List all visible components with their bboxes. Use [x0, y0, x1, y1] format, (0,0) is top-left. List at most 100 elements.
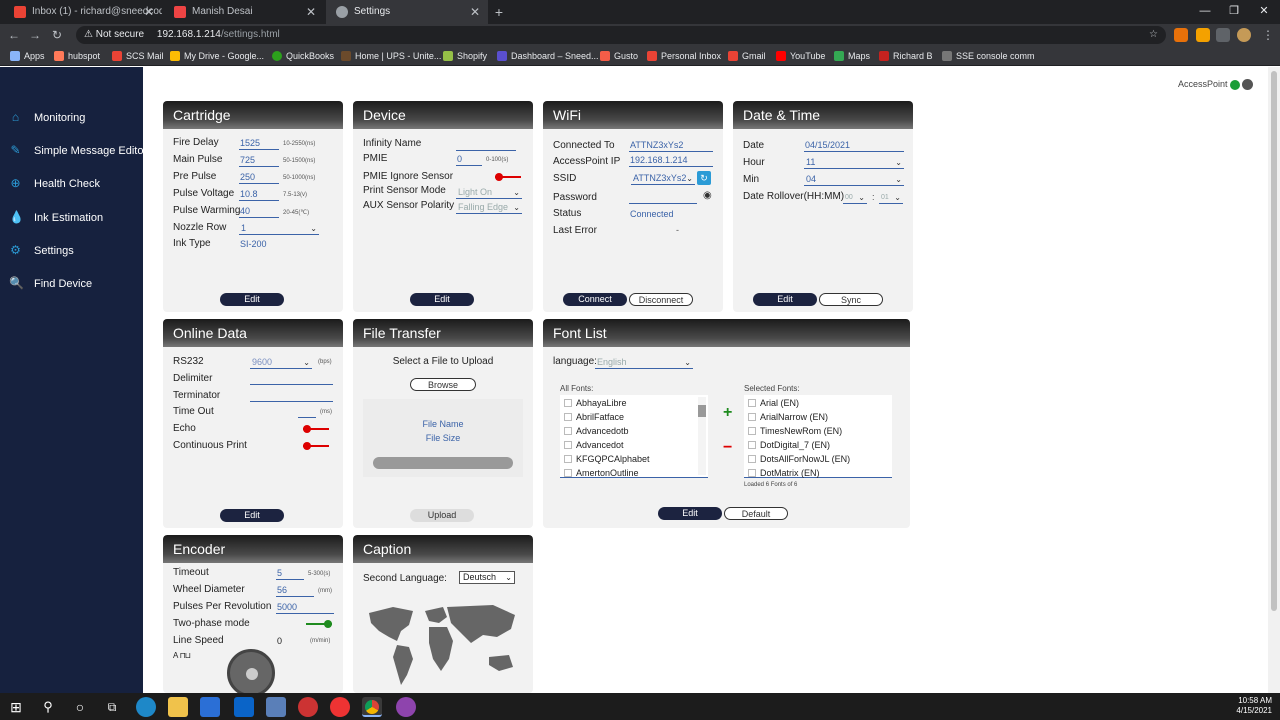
- file-explorer-icon[interactable]: [168, 697, 188, 717]
- eye-icon[interactable]: ◉: [703, 190, 712, 201]
- media-player-icon[interactable]: [330, 697, 350, 717]
- continuous-print-toggle[interactable]: [303, 442, 329, 450]
- windows-start-icon[interactable]: ⊞: [6, 697, 26, 717]
- bookmark-hubspot[interactable]: hubspot: [54, 46, 100, 66]
- cartridge-edit-button[interactable]: Edit: [220, 293, 284, 306]
- disconnect-button[interactable]: Disconnect: [629, 293, 693, 306]
- bookmark-shopify[interactable]: Shopify: [443, 46, 487, 66]
- sidebar-item-find-device[interactable]: 🔍 Find Device: [0, 268, 143, 300]
- bookmark-richard-b[interactable]: Richard B: [879, 46, 933, 66]
- sync-button[interactable]: Sync: [819, 293, 883, 306]
- sidebar-item-settings[interactable]: ⚙ Settings: [0, 235, 143, 267]
- remove-font-button[interactable]: −: [723, 439, 732, 457]
- bookmark-youtube[interactable]: YouTube: [776, 46, 825, 66]
- close-icon[interactable]: ✕: [306, 0, 316, 24]
- list-item[interactable]: AmertonOutline: [564, 468, 639, 478]
- sidebar-item-message-editor[interactable]: ✎ Simple Message Editor: [0, 135, 147, 167]
- store-icon[interactable]: [200, 697, 220, 717]
- wheel-diameter-input[interactable]: 56: [276, 585, 314, 597]
- upload-button[interactable]: Upload: [410, 509, 474, 522]
- refresh-icon[interactable]: ↻: [697, 171, 711, 185]
- terminator-input[interactable]: [250, 390, 333, 402]
- pulse-voltage-input[interactable]: 10.8: [239, 189, 279, 201]
- scrollbar-thumb[interactable]: [698, 405, 706, 417]
- pmie-ignore-sensor-toggle[interactable]: [495, 173, 521, 181]
- back-icon[interactable]: ←: [4, 24, 24, 46]
- bookmark-personal-inbox[interactable]: Personal Inbox: [647, 46, 721, 66]
- list-item[interactable]: AbrilFatface: [564, 412, 624, 422]
- device-edit-button[interactable]: Edit: [410, 293, 474, 306]
- list-item[interactable]: KFGQPCAlphabet: [564, 454, 650, 464]
- sidebar-item-health-check[interactable]: ⊕ Health Check: [0, 168, 143, 200]
- scrollbar-thumb[interactable]: [1271, 71, 1277, 611]
- task-view-icon[interactable]: ⧉: [102, 697, 122, 717]
- hour-select[interactable]: 11 ⌄: [804, 157, 904, 169]
- list-item[interactable]: Advancedot: [564, 440, 624, 450]
- list-scrollbar[interactable]: [698, 397, 706, 475]
- system-clock[interactable]: 10:58 AM 4/15/2021: [1236, 696, 1272, 716]
- list-item[interactable]: DotDigital_7 (EN): [748, 440, 830, 450]
- extension-icon[interactable]: [1196, 28, 1210, 42]
- pmie-input[interactable]: 0: [456, 154, 482, 166]
- tab-inbox[interactable]: Inbox (1) - richard@sneedcoding ✕: [4, 0, 162, 24]
- address-bar[interactable]: ⚠ Not secure 192.168.1.214/settings.html…: [76, 26, 1166, 44]
- edge-icon[interactable]: [136, 697, 156, 717]
- bookmark-gmail[interactable]: Gmail: [728, 46, 766, 66]
- checkbox[interactable]: [748, 441, 756, 449]
- list-item[interactable]: DotMatrix (EN): [748, 468, 820, 478]
- minimize-icon[interactable]: —: [1190, 0, 1220, 24]
- checkbox[interactable]: [564, 455, 572, 463]
- bookmark-gusto[interactable]: Gusto: [600, 46, 638, 66]
- timeout-input[interactable]: [298, 406, 316, 418]
- close-window-icon[interactable]: ✕: [1249, 0, 1279, 24]
- bookmark-quickbooks[interactable]: QuickBooks: [272, 46, 334, 66]
- password-input[interactable]: [629, 192, 697, 204]
- list-item[interactable]: TimesNewRom (EN): [748, 426, 842, 436]
- bookmark-dashboard[interactable]: Dashboard – Sneed...: [497, 46, 599, 66]
- sidebar-item-monitoring[interactable]: ⌂ Monitoring: [0, 102, 143, 134]
- fire-delay-input[interactable]: 1525: [239, 138, 279, 150]
- checkbox[interactable]: [748, 413, 756, 421]
- rs232-select[interactable]: 9600 ⌄: [250, 357, 312, 369]
- new-tab-button[interactable]: +: [491, 0, 507, 24]
- delimiter-input[interactable]: [250, 373, 333, 385]
- profile-avatar[interactable]: [1237, 28, 1251, 42]
- list-item[interactable]: AbhayaLibre: [564, 398, 627, 408]
- chrome-icon[interactable]: [362, 697, 382, 717]
- forward-icon[interactable]: →: [25, 24, 45, 46]
- bookmark-sse-console[interactable]: SSE console comm: [942, 46, 1035, 66]
- rollover-minute-select[interactable]: 01 ⌄: [879, 192, 903, 204]
- tab-manish-desai[interactable]: Manish Desai ✕: [164, 0, 324, 24]
- nozzle-row-select[interactable]: 1 ⌄: [239, 223, 319, 235]
- rollover-hour-select[interactable]: 00 ⌄: [843, 192, 867, 204]
- infinity-name-input[interactable]: [456, 139, 516, 151]
- star-icon[interactable]: ☆: [1149, 26, 1158, 44]
- bookmark-scs-mail[interactable]: SCS Mail: [112, 46, 164, 66]
- echo-toggle[interactable]: [303, 425, 329, 433]
- bookmark-apps[interactable]: Apps: [10, 46, 45, 66]
- default-button[interactable]: Default: [724, 507, 788, 520]
- checkbox[interactable]: [748, 427, 756, 435]
- aux-polarity-select[interactable]: Falling Edge ⌄: [456, 202, 522, 214]
- reload-icon[interactable]: ↻: [47, 24, 67, 46]
- close-icon[interactable]: ✕: [144, 0, 154, 24]
- second-language-select[interactable]: Deutsch ⌄: [459, 571, 515, 584]
- mail-icon[interactable]: [234, 697, 254, 717]
- cortana-icon[interactable]: ○: [70, 697, 90, 717]
- checkbox[interactable]: [564, 399, 572, 407]
- main-pulse-input[interactable]: 725: [239, 155, 279, 167]
- checkbox[interactable]: [564, 469, 572, 477]
- list-item[interactable]: Arial (EN): [748, 398, 799, 408]
- checkbox[interactable]: [564, 427, 572, 435]
- puzzle-icon[interactable]: [1216, 28, 1230, 42]
- list-item[interactable]: ArialNarrow (EN): [748, 412, 828, 422]
- bookmark-drive[interactable]: My Drive - Google...: [170, 46, 264, 66]
- browse-button[interactable]: Browse: [410, 378, 476, 391]
- checkbox[interactable]: [748, 469, 756, 477]
- bookmark-maps[interactable]: Maps: [834, 46, 870, 66]
- checkbox[interactable]: [748, 399, 756, 407]
- two-phase-toggle[interactable]: [306, 620, 332, 628]
- fontlist-edit-button[interactable]: Edit: [658, 507, 722, 520]
- pulses-per-rev-input[interactable]: 5000: [276, 602, 334, 614]
- bookmark-ups[interactable]: Home | UPS - Unite...: [341, 46, 441, 66]
